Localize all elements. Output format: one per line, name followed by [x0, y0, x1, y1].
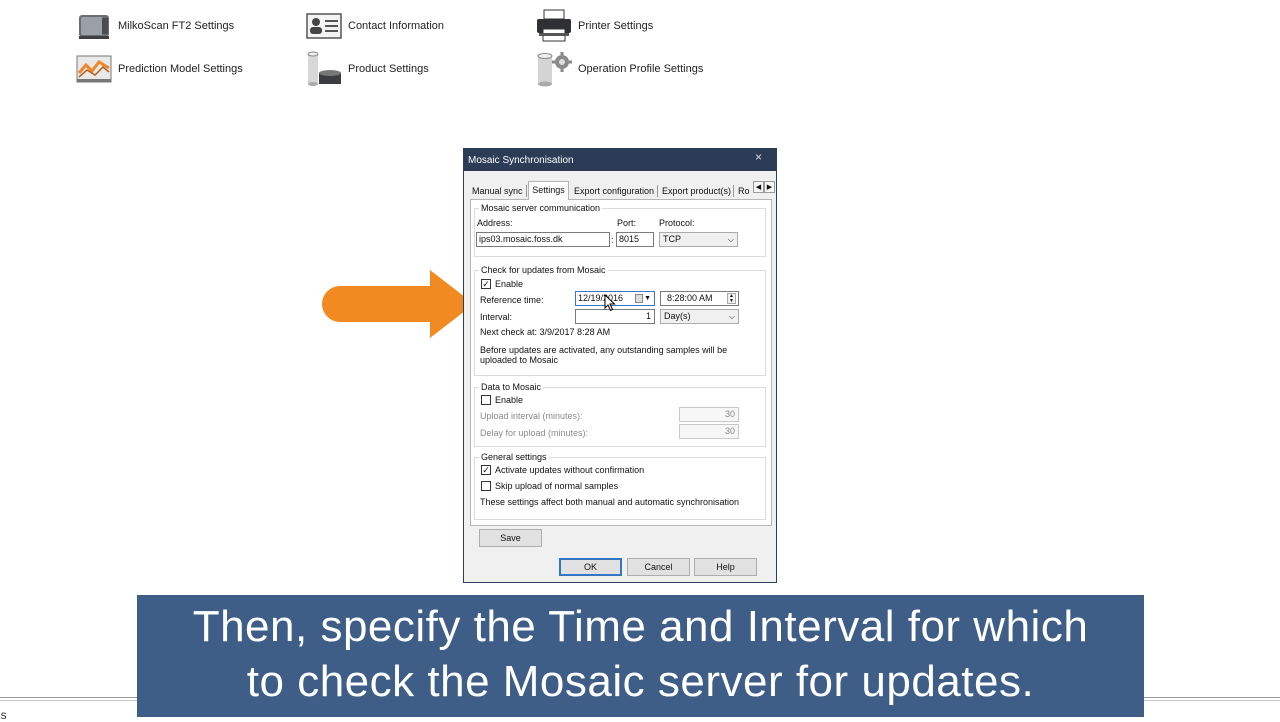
- server-communication-group: Mosaic server communication Address: ips…: [474, 203, 766, 257]
- close-icon[interactable]: ×: [755, 150, 762, 164]
- tab-strip: Manual sync Settings Export configuratio…: [470, 181, 776, 200]
- data-group-title: Data to Mosaic: [479, 382, 544, 393]
- address-label: Address:: [477, 218, 513, 228]
- protocol-label: Protocol:: [659, 218, 695, 228]
- interval-label: Interval:: [480, 312, 513, 322]
- operation-profile-settings-item[interactable]: Operation Profile Settings: [535, 51, 703, 87]
- help-button[interactable]: Help: [694, 558, 757, 576]
- skip-upload-checkbox[interactable]: [481, 481, 491, 491]
- activate-updates-label: Activate updates without confirmation: [495, 465, 645, 475]
- server-group-title: Mosaic server communication: [479, 203, 603, 214]
- prediction-model-settings-label: Prediction Model Settings: [118, 63, 243, 75]
- dialog-title: Mosaic Synchronisation: [468, 155, 574, 166]
- milkoscan-settings-label: MilkoScan FT2 Settings: [118, 20, 235, 32]
- contact-card-icon: [305, 8, 343, 44]
- reference-time-value: 8:28:00 AM: [667, 293, 713, 303]
- chart-icon: [75, 51, 113, 87]
- caption-line-2: to check the Mosaic server for updates.: [246, 657, 1035, 706]
- save-button[interactable]: Save: [479, 529, 542, 547]
- tab-separator: [526, 185, 527, 197]
- general-group-title: General settings: [479, 452, 549, 463]
- operation-profile-settings-label: Operation Profile Settings: [578, 63, 704, 75]
- reference-time-input[interactable]: 8:28:00 AM ▲ ▼: [660, 291, 739, 306]
- skip-upload-label: Skip upload of normal samples: [495, 481, 619, 491]
- contact-information-item[interactable]: Contact Information: [305, 8, 444, 44]
- tab-separator: [733, 185, 734, 197]
- general-settings-group: General settings ✓ Activate updates with…: [474, 452, 766, 520]
- upload-interval-label: Upload interval (minutes):: [480, 411, 583, 421]
- contact-information-label: Contact Information: [348, 20, 444, 32]
- tab-scroll-left-icon[interactable]: ◀: [753, 181, 764, 193]
- product-cylinder-icon: [305, 51, 343, 87]
- updates-group-title: Check for updates from Mosaic: [479, 265, 608, 276]
- reference-date-value: 12/19/2016: [578, 293, 624, 303]
- tab-settings[interactable]: Settings: [528, 181, 569, 200]
- ok-button[interactable]: OK: [559, 558, 622, 576]
- address-input[interactable]: ips03.mosaic.foss.dk: [476, 232, 610, 247]
- printer-settings-label: Printer Settings: [578, 20, 654, 32]
- tab-export-configuration[interactable]: Export configuration: [572, 183, 656, 199]
- tab-scroll-right-icon[interactable]: ▶: [764, 181, 775, 193]
- cancel-button[interactable]: Cancel: [627, 558, 690, 576]
- updates-enable-checkbox[interactable]: ✓: [481, 279, 491, 289]
- updates-note: Before updates are activated, any outsta…: [480, 345, 728, 365]
- port-input[interactable]: 8015: [616, 232, 654, 247]
- general-note: These settings affect both manual and au…: [480, 497, 739, 507]
- time-spinner-icon[interactable]: ▲ ▼: [727, 293, 736, 304]
- caption-line-1: Then, specify the Time and Interval for …: [192, 602, 1089, 651]
- printer-icon: [535, 8, 573, 44]
- protocol-value: TCP: [663, 234, 681, 244]
- tab-separator: [657, 185, 658, 197]
- check-updates-group: Check for updates from Mosaic ✓ Enable R…: [474, 265, 766, 376]
- calendar-icon: [635, 294, 643, 303]
- updates-enable-label: Enable: [495, 279, 524, 289]
- printer-settings-item[interactable]: Printer Settings: [535, 8, 653, 44]
- delay-upload-label: Delay for upload (minutes):: [480, 428, 589, 438]
- dialog-titlebar[interactable]: Mosaic Synchronisation ×: [464, 149, 776, 171]
- tab-manual-sync[interactable]: Manual sync: [470, 183, 525, 199]
- orange-arrow-pointer: [322, 268, 482, 345]
- interval-unit-select[interactable]: Day(s) ⌵: [660, 309, 739, 324]
- tab-ro-truncated[interactable]: Ro: [736, 183, 752, 199]
- chevron-down-icon: ⌵: [727, 235, 734, 244]
- data-to-mosaic-group: Data to Mosaic Enable Upload interval (m…: [474, 382, 766, 447]
- data-enable-checkbox[interactable]: [481, 395, 491, 405]
- gear-cylinder-icon: [535, 51, 573, 87]
- port-separator: :: [611, 235, 614, 245]
- next-check-text: Next check at: 3/9/2017 8:28 AM: [480, 327, 611, 337]
- delay-upload-input[interactable]: 30: [679, 424, 739, 439]
- reference-time-label: Reference time:: [480, 295, 544, 305]
- activate-updates-checkbox[interactable]: ✓: [481, 465, 491, 475]
- mouse-cursor-icon: [604, 293, 616, 317]
- chevron-down-icon: ▼: [644, 295, 651, 302]
- tutorial-caption: Then, specify the Time and Interval for …: [137, 595, 1144, 717]
- protocol-select[interactable]: TCP ⌵: [659, 232, 738, 247]
- upload-interval-input[interactable]: 30: [679, 407, 739, 422]
- chevron-down-icon: ⌵: [728, 312, 735, 321]
- product-settings-item[interactable]: Product Settings: [305, 51, 429, 87]
- tab-export-products[interactable]: Export product(s): [660, 183, 733, 199]
- settings-panel: Mosaic server communication Address: ips…: [470, 199, 772, 526]
- interval-unit-value: Day(s): [664, 311, 691, 321]
- milkoscan-settings-item[interactable]: MilkoScan FT2 Settings: [75, 8, 234, 44]
- product-settings-label: Product Settings: [348, 63, 429, 75]
- prediction-model-settings-item[interactable]: Prediction Model Settings: [75, 51, 243, 87]
- instrument-icon: [75, 8, 113, 44]
- data-enable-label: Enable: [495, 395, 524, 405]
- port-label: Port:: [617, 218, 637, 228]
- mosaic-sync-dialog: Mosaic Synchronisation × Manual sync Set…: [463, 148, 777, 583]
